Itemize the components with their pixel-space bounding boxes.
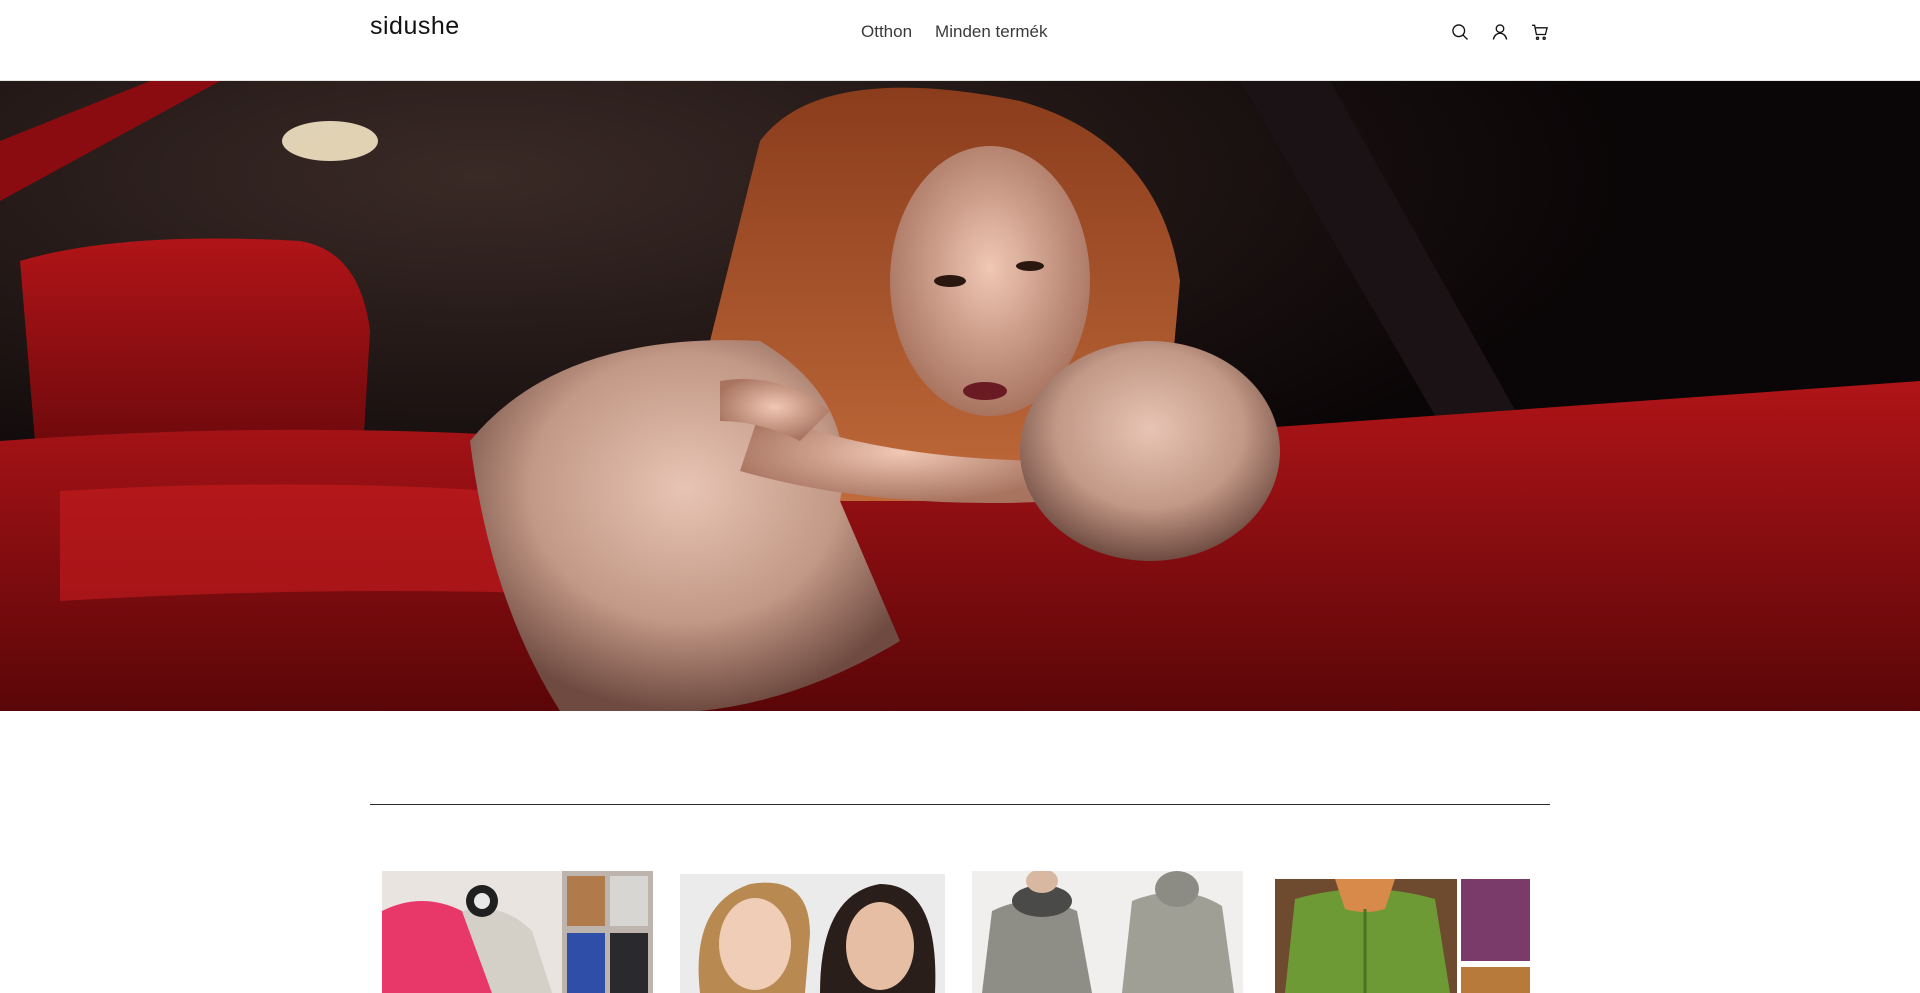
header-icons — [1448, 20, 1552, 44]
product-image-4 — [1275, 879, 1530, 993]
site-header: sidushe Otthon Minden termék — [0, 0, 1920, 81]
hero-image — [0, 81, 1920, 711]
site-logo[interactable]: sidushe — [370, 12, 460, 41]
main-nav: Otthon Minden termék — [861, 20, 1047, 44]
product-image-3 — [972, 871, 1243, 993]
hero-banner[interactable] — [0, 81, 1920, 711]
account-button[interactable] — [1488, 20, 1512, 44]
search-icon — [1452, 24, 1468, 40]
product-image-1 — [382, 871, 653, 993]
product-card-3[interactable] — [972, 871, 1243, 993]
account-icon — [1492, 24, 1508, 40]
cart-button[interactable] — [1528, 20, 1552, 44]
product-card-2[interactable] — [680, 874, 945, 993]
nav-item-minden-termek[interactable]: Minden termék — [935, 20, 1047, 44]
section-divider — [370, 804, 1550, 805]
product-card-1[interactable] — [382, 871, 653, 993]
cart-icon — [1532, 24, 1548, 41]
product-card-4[interactable] — [1275, 879, 1530, 993]
search-button[interactable] — [1448, 20, 1472, 44]
product-image-2 — [680, 874, 945, 993]
nav-item-otthon[interactable]: Otthon — [861, 20, 912, 44]
